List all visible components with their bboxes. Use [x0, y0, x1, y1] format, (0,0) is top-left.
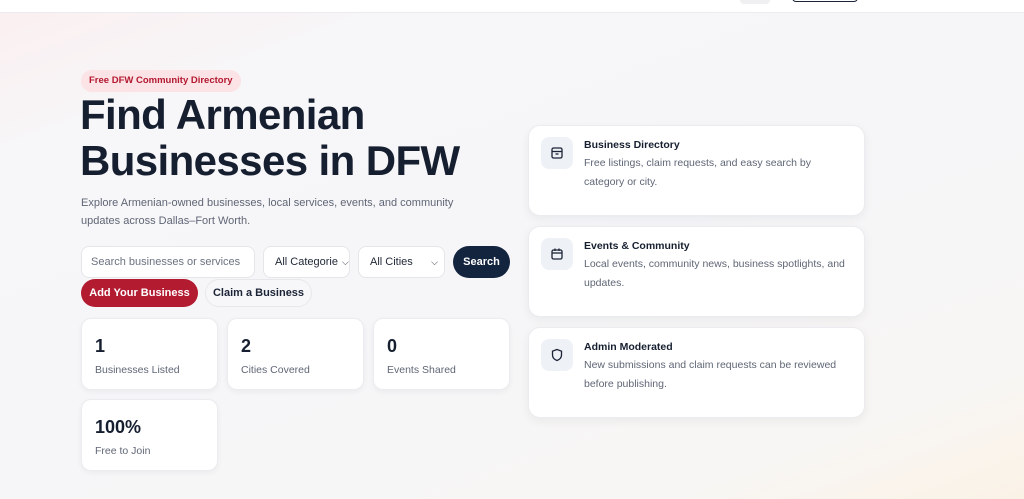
nav-outline-button-partial[interactable]: [792, 0, 858, 2]
stat-label: Free to Join: [95, 445, 151, 457]
stat-label: Cities Covered: [241, 364, 310, 376]
category-select-value: All Categorie: [275, 256, 338, 268]
stat-card-cities: 2 Cities Covered: [227, 318, 364, 390]
feature-title: Business Directory: [584, 139, 680, 151]
feature-description: Free listings, claim requests, and easy …: [584, 157, 812, 188]
city-select-value: All Cities: [370, 256, 413, 268]
stat-value: 0: [387, 336, 398, 356]
calendar-icon: [541, 238, 573, 270]
search-button[interactable]: Search: [453, 246, 510, 278]
top-nav-bar: [0, 0, 1024, 13]
shield-icon: [541, 339, 573, 371]
stat-card-events: 0 Events Shared: [373, 318, 510, 390]
category-select[interactable]: All Categorie ⌵: [263, 246, 350, 278]
stat-value: 2: [241, 336, 252, 356]
hero-title: Find Armenian Businesses in DFW: [80, 91, 460, 184]
add-business-button[interactable]: Add Your Business: [81, 279, 198, 307]
feature-card-business-directory: Business Directory Free listings, claim …: [528, 125, 865, 216]
hero-subtitle: Explore Armenian-owned businesses, local…: [81, 197, 454, 227]
stat-label: Businesses Listed: [95, 364, 180, 376]
stat-card-free: 100% Free to Join: [81, 399, 218, 471]
feature-title: Admin Moderated: [584, 341, 673, 353]
stat-value: 1: [95, 336, 106, 356]
city-select[interactable]: All Cities ⌵: [358, 246, 445, 278]
feature-description: Local events, community news, business s…: [584, 258, 845, 289]
archive-box-icon: [541, 137, 573, 169]
search-input[interactable]: [81, 246, 255, 278]
nav-button-partial[interactable]: [740, 0, 770, 4]
stat-label: Events Shared: [387, 364, 456, 376]
feature-title: Events & Community: [584, 240, 690, 252]
feature-card-events-community: Events & Community Local events, communi…: [528, 226, 865, 317]
hero-badge: Free DFW Community Directory: [81, 70, 241, 92]
chevron-down-icon: ⌵: [431, 256, 438, 267]
chevron-down-icon: ⌵: [341, 256, 349, 267]
stat-value: 100%: [95, 417, 142, 437]
claim-business-button[interactable]: Claim a Business: [205, 279, 312, 307]
stat-card-businesses: 1 Businesses Listed: [81, 318, 218, 390]
feature-description: New submissions and claim requests can b…: [584, 359, 837, 390]
feature-card-admin-moderated: Admin Moderated New submissions and clai…: [528, 327, 865, 418]
